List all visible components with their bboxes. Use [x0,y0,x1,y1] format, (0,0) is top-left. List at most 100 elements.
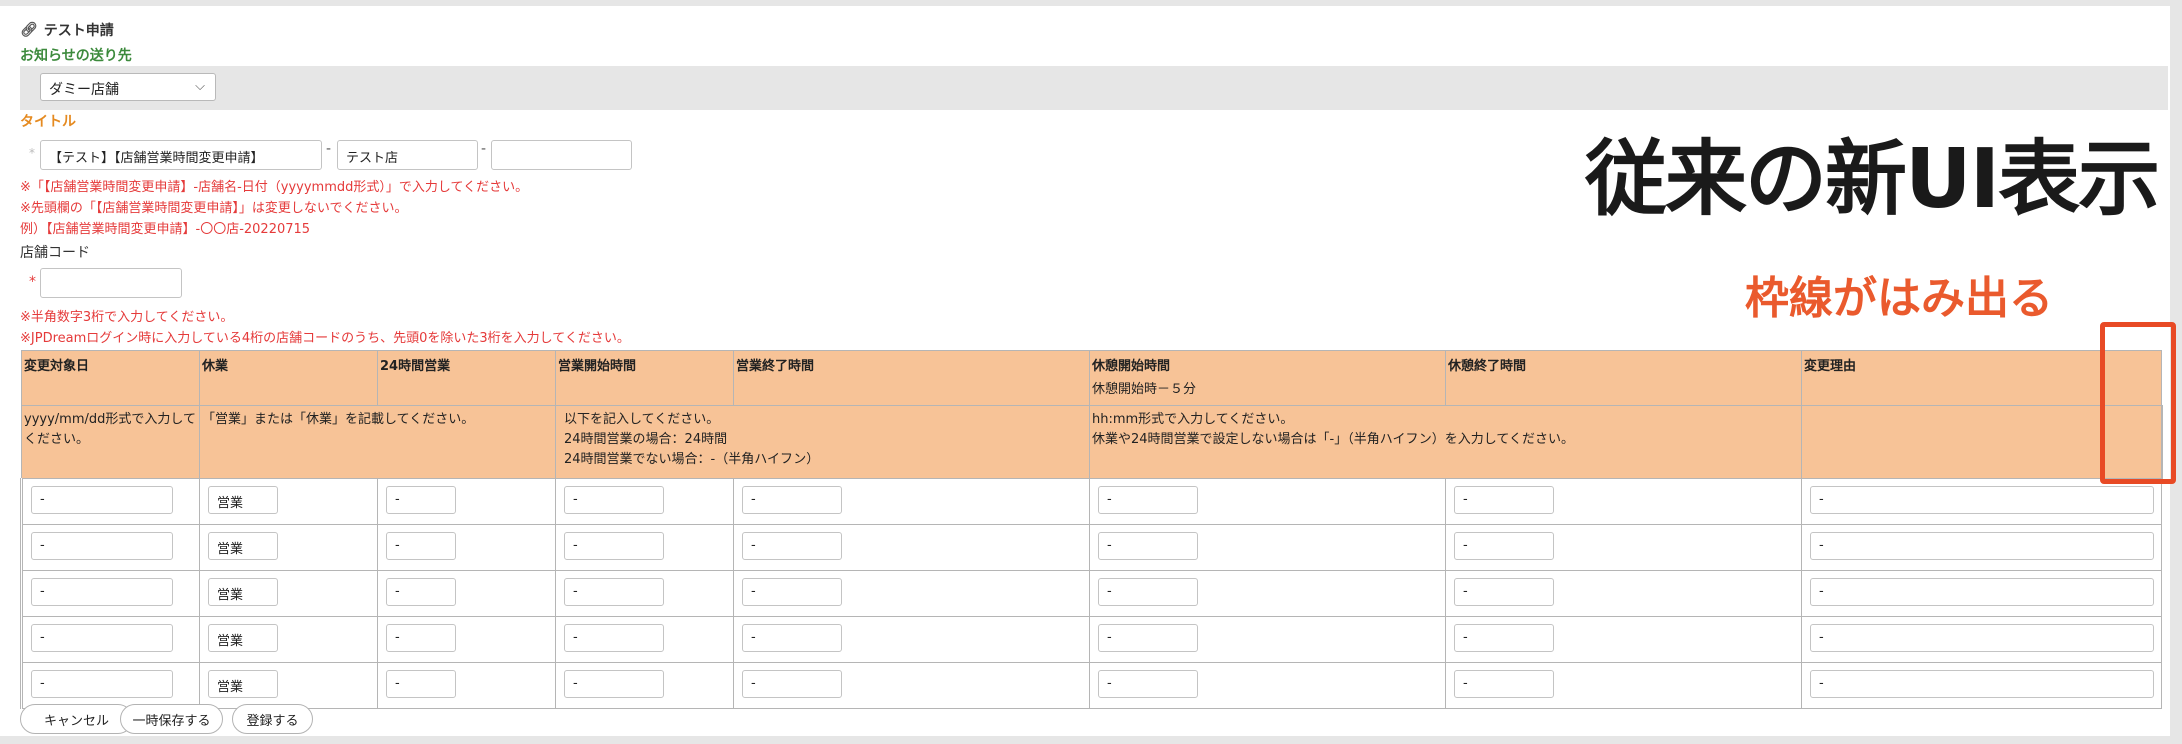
reason-input[interactable]: - [1810,623,2154,652]
break-start-input[interactable]: - [1098,485,1198,514]
cell-reason: - [1801,616,2162,663]
store-code-note-1: ※半角数字3桁で入力してください。 [20,310,234,325]
closed-input[interactable]: 営業 [208,669,278,698]
schedule-table: 変更対象日 休業 24時間営業 営業開始時間 営業終了時間 休憩開始時間 休憩開始… [20,350,2163,709]
title-separator-2: - [481,141,487,157]
date-input[interactable]: - [31,577,173,606]
closed-input[interactable]: 営業 [208,577,278,606]
open24-input[interactable]: - [386,669,456,698]
start-input[interactable]: - [564,531,664,560]
reason-input[interactable]: - [1810,669,2154,698]
end-input[interactable]: - [742,669,842,698]
cell-open24: - [377,478,556,525]
header-open-time: 営業開始時間 [555,350,734,406]
cell-break-end: - [1445,616,1802,663]
cell-date: - [20,524,200,571]
cell-break-end: - [1445,570,1802,617]
cell-date: - [20,662,200,709]
closed-input[interactable]: 営業 [208,485,278,514]
break-start-input[interactable]: - [1098,669,1198,698]
store-code-label: 店舗コード [20,245,90,261]
cell-closed: 営業 [199,662,378,709]
header-closed: 休業 [199,350,378,406]
break-start-input[interactable]: - [1098,531,1198,560]
form-title-text: テスト申請 [43,23,114,39]
top-border [0,0,2182,6]
start-input[interactable]: - [564,577,664,606]
closed-input[interactable]: 営業 [208,623,278,652]
header-break-start-sub: 休憩開始時－５分 [1092,382,1197,397]
cell-closed: 営業 [199,616,378,663]
title-field-store[interactable]: テスト店 [337,140,478,170]
annotation-callout: 枠線がはみ出る [1745,273,2053,324]
cell-end: - [733,524,1090,571]
break-start-input[interactable]: - [1098,577,1198,606]
title-field-date[interactable] [491,140,632,170]
hint-closed: 「営業」または「休業」を記載してください。 [199,405,556,479]
cell-break-end: - [1445,478,1802,525]
break-end-input[interactable]: - [1454,577,1554,606]
end-input[interactable]: - [742,623,842,652]
store-code-required-mark: * [29,274,36,290]
cell-reason: - [1801,524,2162,571]
notify-select-value: ダミー店舗 [49,82,119,98]
end-input[interactable]: - [742,485,842,514]
open24-input[interactable]: - [386,623,456,652]
cell-date: - [20,570,200,617]
cell-break-start: - [1089,662,1446,709]
cell-closed: 営業 [199,478,378,525]
save-draft-button[interactable]: 一時保存する [120,704,223,734]
store-code-input[interactable] [40,268,182,298]
reason-input[interactable]: - [1810,531,2154,560]
cell-break-start: - [1089,616,1446,663]
break-end-input[interactable]: - [1454,669,1554,698]
chevron-down-icon: ⌵ [195,79,205,94]
break-end-input[interactable]: - [1454,623,1554,652]
break-start-input[interactable]: - [1098,623,1198,652]
header-change-date: 変更対象日 [21,350,200,406]
notify-select[interactable]: ダミー店舗 ⌵ [40,73,216,101]
hint-time: hh:mm形式で入力してください。 休業や24時間営業で設定しない場合は「-」（… [1089,405,1802,479]
clip-icon: 🔗︎ [20,22,38,38]
submit-button[interactable]: 登録する [232,704,313,734]
break-end-input[interactable]: - [1454,485,1554,514]
end-input[interactable]: - [742,531,842,560]
cell-break-start: - [1089,478,1446,525]
date-input[interactable]: - [31,669,173,698]
break-end-input[interactable]: - [1454,531,1554,560]
cell-reason: - [1801,662,2162,709]
cell-closed: 営業 [199,524,378,571]
start-input[interactable]: - [564,485,664,514]
start-input[interactable]: - [564,669,664,698]
date-input[interactable]: - [31,485,173,514]
open24-input[interactable]: - [386,531,456,560]
table-row: - 営業 - - - - - - [20,616,2162,663]
notify-band [20,66,2168,110]
cancel-button[interactable]: キャンセル [20,704,133,734]
table-row: - 営業 - - - - - - [20,478,2162,525]
date-input[interactable]: - [31,531,173,560]
header-24h: 24時間営業 [377,350,556,406]
start-input[interactable]: - [564,623,664,652]
cell-break-end: - [1445,524,1802,571]
store-code-note-2: ※JPDreamログイン時に入力している4桁の店舗コードのうち、先頭0を除いた3… [20,331,630,346]
bottom-border [0,736,2182,744]
header-close-time: 営業終了時間 [733,350,1090,406]
cell-break-start: - [1089,524,1446,571]
end-input[interactable]: - [742,577,842,606]
reason-input[interactable]: - [1810,577,2154,606]
cell-start: - [555,662,734,709]
open24-input[interactable]: - [386,577,456,606]
cell-break-end: - [1445,662,1802,709]
table-header-row: 変更対象日 休業 24時間営業 営業開始時間 営業終了時間 休憩開始時間 休憩開始… [21,350,2162,406]
form-title: 🔗︎ テスト申請 [20,20,114,40]
cell-end: - [733,570,1090,617]
title-label: タイトル [20,114,76,130]
title-field-prefix[interactable]: 【テスト】【店舗営業時間変更申請】 [40,140,322,170]
closed-input[interactable]: 営業 [208,531,278,560]
date-input[interactable]: - [31,623,173,652]
reason-input[interactable]: - [1810,485,2154,514]
cell-closed: 営業 [199,570,378,617]
open24-input[interactable]: - [386,485,456,514]
cell-open24: - [377,662,556,709]
